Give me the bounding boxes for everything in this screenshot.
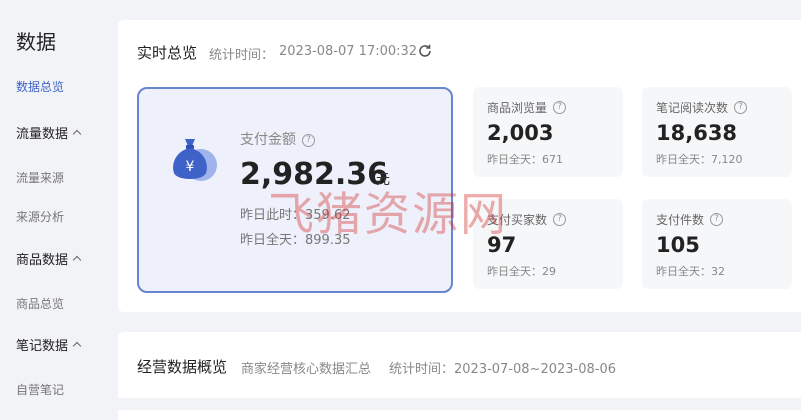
realtime-panel: 实时总览 统计时间： 2023-08-07 17:00:32 ¥ 支付金额? 2… — [118, 20, 801, 312]
stat-label-row: 笔记阅读次数? — [656, 99, 748, 116]
stat-label-row: 商品浏览量? — [487, 99, 567, 116]
stat-value: 105 — [656, 233, 700, 257]
help-icon[interactable]: ? — [553, 213, 567, 226]
payment-unit: 元 — [376, 172, 390, 188]
help-icon[interactable]: ? — [553, 101, 567, 114]
business-overview-time: 统计时间：2023-07-08~2023-08-06 — [389, 362, 616, 377]
sidebar: 数据 数据总览 流量数据 流量来源 来源分析 商品数据 商品总览 笔记数据 自营… — [0, 0, 116, 420]
stat-card-note-reads[interactable]: 笔记阅读次数? 18,638 昨日全天：7,120 — [642, 87, 792, 177]
chevron-up-icon — [72, 341, 82, 351]
refresh-icon[interactable] — [417, 43, 433, 59]
payment-card[interactable]: ¥ 支付金额? 2,982.36 元 昨日此时：359.62 昨日全天：899.… — [137, 87, 453, 293]
business-overview-title: 经营数据概览 — [137, 358, 228, 376]
stat-card-product-views[interactable]: 商品浏览量? 2,003 昨日全天：671 — [473, 87, 623, 177]
help-icon[interactable]: ? — [734, 101, 748, 114]
sidebar-item-overview[interactable]: 数据总览 — [16, 78, 64, 95]
sidebar-item-own-notes[interactable]: 自营笔记 — [16, 381, 64, 398]
stat-label-row: 支付买家数? — [487, 211, 567, 228]
sidebar-item-source-analysis[interactable]: 来源分析 — [16, 208, 64, 225]
sidebar-group-label: 笔记数据 — [16, 339, 69, 354]
stat-value: 2,003 — [487, 121, 554, 145]
payment-yesterday-same-time: 昨日此时：359.62 — [240, 208, 351, 223]
sidebar-group-label: 商品数据 — [16, 253, 69, 268]
money-bag-icon: ¥ — [173, 139, 217, 181]
stat-label-row: 支付件数? — [656, 211, 724, 228]
stat-card-paying-buyers[interactable]: 支付买家数? 97 昨日全天：29 — [473, 199, 623, 289]
stat-sub: 昨日全天：7,120 — [656, 153, 743, 166]
stat-label: 支付买家数 — [487, 213, 548, 227]
stat-time: 2023-08-07 17:00:32 — [279, 44, 418, 59]
divider — [118, 398, 801, 410]
help-icon[interactable]: ? — [710, 213, 724, 226]
business-overview-panel: 经营数据概览 商家经营核心数据汇总 统计时间：2023-07-08~2023-0… — [118, 332, 801, 420]
stat-sub: 昨日全天：32 — [656, 265, 725, 278]
payment-value: 2,982.36 — [240, 157, 389, 192]
sidebar-item-traffic-source[interactable]: 流量来源 — [16, 169, 64, 186]
stat-value: 97 — [487, 233, 517, 257]
payment-label-row: 支付金额? — [240, 129, 315, 149]
help-icon[interactable]: ? — [302, 133, 315, 147]
stat-card-paid-items[interactable]: 支付件数? 105 昨日全天：32 — [642, 199, 792, 289]
realtime-title: 实时总览 — [137, 44, 198, 62]
stat-label: 支付件数 — [656, 213, 705, 227]
stat-sub: 昨日全天：671 — [487, 153, 563, 166]
sidebar-group-goods[interactable]: 商品数据 — [16, 249, 82, 268]
stat-label: 商品浏览量 — [487, 101, 548, 115]
sidebar-group-traffic[interactable]: 流量数据 — [16, 123, 82, 142]
sidebar-group-notes[interactable]: 笔记数据 — [16, 335, 82, 354]
chevron-up-icon — [72, 255, 82, 265]
stat-label: 笔记阅读次数 — [656, 101, 729, 115]
stat-value: 18,638 — [656, 121, 738, 145]
payment-yesterday-full: 昨日全天：899.35 — [240, 233, 351, 248]
svg-text:¥: ¥ — [186, 159, 195, 175]
sidebar-title: 数据 — [16, 30, 56, 54]
payment-label: 支付金额 — [240, 132, 296, 148]
business-overview-desc: 商家经营核心数据汇总 — [241, 362, 372, 377]
sidebar-item-goods-overview[interactable]: 商品总览 — [16, 295, 64, 312]
sidebar-group-label: 流量数据 — [16, 127, 69, 142]
stat-sub: 昨日全天：29 — [487, 265, 556, 278]
chevron-up-icon — [72, 129, 82, 139]
stat-time-label: 统计时间： — [209, 48, 275, 63]
